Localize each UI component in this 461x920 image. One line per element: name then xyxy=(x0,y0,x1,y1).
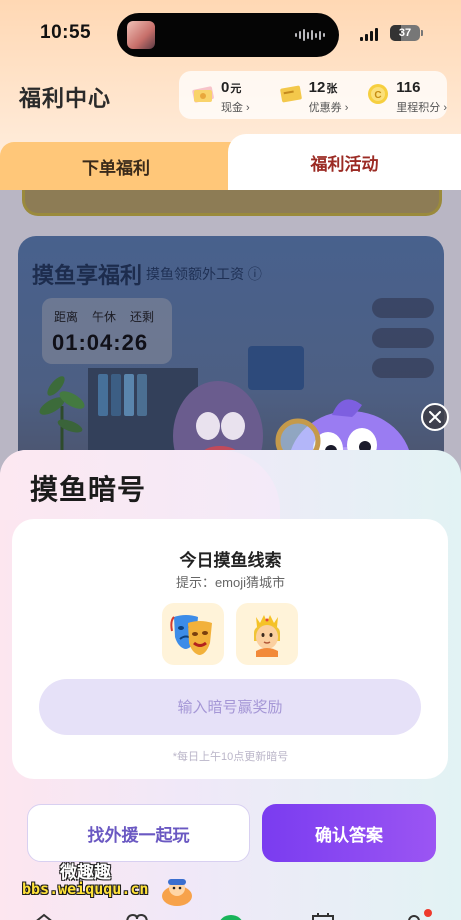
status-bar: 10:55 37 xyxy=(0,0,461,68)
previous-card xyxy=(22,190,442,216)
site-watermark: 微趣趣 bbs.weiququ.cn xyxy=(20,858,200,910)
tab-benefit-activities[interactable]: 福利活动 xyxy=(228,134,461,190)
tab-order-benefits-label: 下单福利 xyxy=(82,158,150,178)
sheet-title: 摸鱼暗号 xyxy=(30,474,147,505)
battery-icon: 37 xyxy=(390,25,420,41)
background-pill-2 xyxy=(372,328,434,348)
stat-cash-unit: 元 xyxy=(230,83,242,95)
page-title: 福利中心 xyxy=(19,86,112,111)
now-playing-thumbnail xyxy=(127,21,155,49)
bottom-tab-bar xyxy=(0,905,461,920)
center-action-icon[interactable] xyxy=(218,913,244,920)
answer-input[interactable] xyxy=(39,679,421,735)
confirm-answer-button[interactable]: 确认答案 xyxy=(262,804,436,862)
emoji-tile-theater xyxy=(162,603,224,665)
books-illustration xyxy=(98,374,147,416)
profile-icon[interactable] xyxy=(402,909,436,920)
stat-points[interactable]: C 116 里程积分 › xyxy=(354,71,447,119)
coupon-icon xyxy=(279,85,302,103)
clue-hint: 提示：emoji猜城市 xyxy=(175,575,286,590)
stat-coupons-label: 优惠券 › xyxy=(308,102,349,114)
countdown-labels: 距离 午休 还剩 xyxy=(54,310,155,324)
coin-icon: C xyxy=(368,84,389,104)
stat-coupons[interactable]: 12张 优惠券 › xyxy=(267,71,355,119)
update-note: *每日上午10点更新暗号 xyxy=(172,751,289,763)
stat-points-value: 116 xyxy=(396,79,421,96)
battery-tip xyxy=(421,30,423,36)
svg-text:C: C xyxy=(375,90,382,101)
battery-level: 37 xyxy=(398,27,412,39)
cash-icon xyxy=(192,86,214,103)
favorites-icon[interactable] xyxy=(124,913,150,920)
theater-masks-icon xyxy=(170,615,212,655)
audio-wave-icon xyxy=(295,29,325,41)
watermark-url: bbs.weiququ.cn xyxy=(22,880,149,898)
background-pill-3 xyxy=(372,358,434,378)
home-icon[interactable] xyxy=(32,913,56,920)
princess-icon xyxy=(254,615,280,657)
tab-bar: 下单福利 福利活动 xyxy=(0,134,461,190)
stat-points-label: 里程积分 › xyxy=(396,102,448,114)
orders-icon[interactable] xyxy=(310,913,336,920)
cellular-signal-icon xyxy=(360,28,378,41)
background-pill-1 xyxy=(372,298,434,318)
countdown-box: 距离 午休 还剩 01:04:26 xyxy=(42,298,172,364)
stat-cash[interactable]: 0元 现金 › xyxy=(179,71,267,119)
watermark-mascot-icon xyxy=(162,879,192,906)
tab-order-benefits[interactable]: 下单福利 xyxy=(0,142,250,190)
fishing-card-title: 摸鱼享福利 xyxy=(32,263,143,288)
stat-cash-value: 0 xyxy=(221,79,230,96)
dynamic-island xyxy=(117,13,339,57)
clue-title: 今日摸鱼线索 xyxy=(179,551,282,570)
emoji-tile-princess xyxy=(236,603,298,665)
tab-benefit-activities-label: 福利活动 xyxy=(310,154,379,174)
account-stats: 0元 现金 › 12张 优惠券 › C 116 里程积分 › xyxy=(179,71,447,119)
stat-cash-label: 现金 › xyxy=(221,102,250,114)
countdown-timer: 01:04:26 xyxy=(52,330,149,355)
status-time: 10:55 xyxy=(40,22,92,43)
close-icon xyxy=(429,411,441,423)
stat-coupons-value: 12 xyxy=(308,79,326,96)
fishing-card-subtitle: 摸鱼领额外工资 ⓘ xyxy=(146,266,262,282)
stat-coupons-unit: 张 xyxy=(326,83,338,95)
find-help-button[interactable]: 找外援一起玩 xyxy=(27,804,250,862)
close-button[interactable] xyxy=(421,403,449,431)
